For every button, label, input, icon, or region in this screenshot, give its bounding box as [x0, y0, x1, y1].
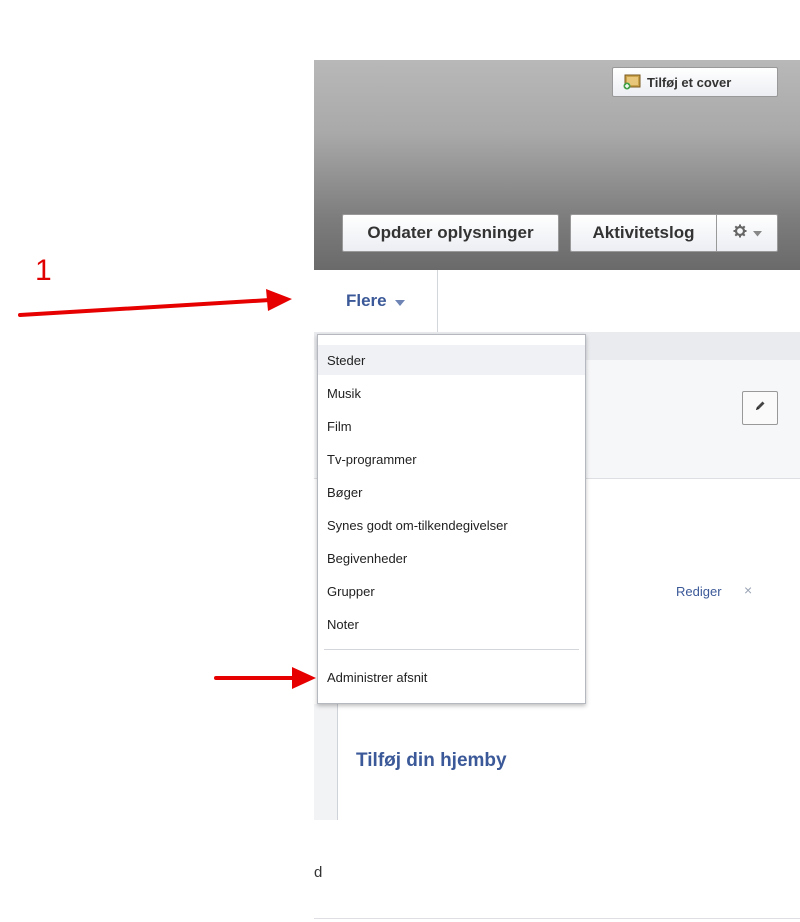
annotation-arrows — [18, 289, 316, 689]
annotation-arrow-1 — [18, 289, 292, 317]
annotation-arrow-2 — [214, 667, 316, 689]
